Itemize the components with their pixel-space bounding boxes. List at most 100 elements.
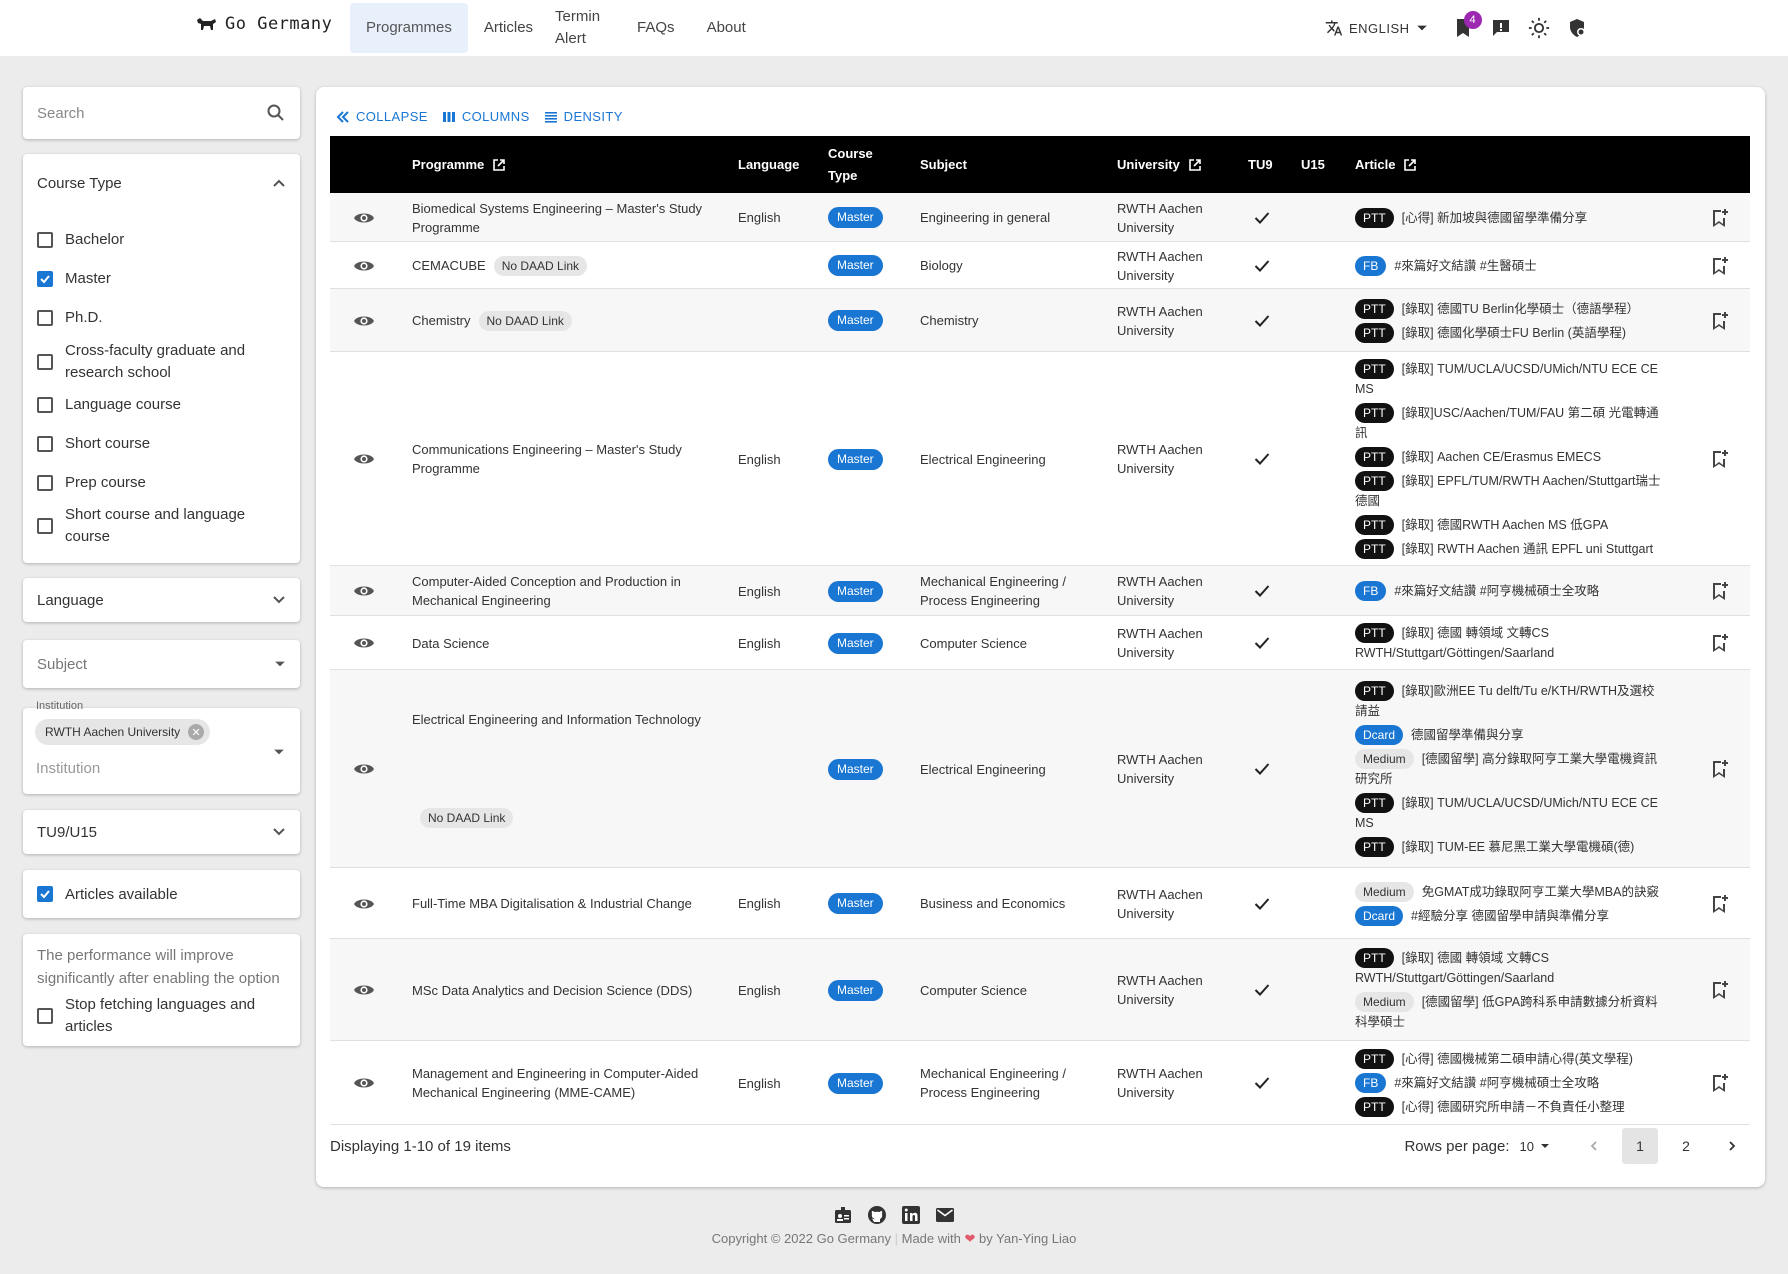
eye-icon[interactable] [353,635,375,651]
table-row[interactable]: MSc Data Analytics and Decision Science … [330,939,1750,1041]
external-link-icon[interactable] [1188,158,1202,172]
chip-remove-icon[interactable]: ✕ [188,724,205,740]
language-selector[interactable]: ENGLISH [1325,19,1428,37]
article-title[interactable]: [心得] 德國機械第二碩申請心得(英文學程) [1402,1052,1633,1066]
article-link[interactable]: PTT [心得] 德國研究所申請－不負責任小整理 [1355,1097,1625,1117]
view-details-cell[interactable] [352,670,376,868]
tu9-u15-filter[interactable]: TU9/U15 [23,810,300,854]
table-row[interactable]: Data Science English Master Computer Scienc… [330,616,1750,670]
external-link-icon[interactable] [1403,158,1417,172]
checkbox[interactable] [37,354,53,370]
bookmark-add-icon[interactable] [1711,980,1729,1000]
article-link[interactable]: PTT [錄取] TUM-EE 慕尼黑工業大學電機碩(德) [1355,837,1634,857]
table-row[interactable]: Communications Engineering – Master's St… [330,352,1750,566]
article-title[interactable]: [錄取] RWTH Aachen 通訊 EPFL uni Stuttgart [1402,542,1653,556]
checkbox[interactable] [37,518,53,534]
eye-icon[interactable] [353,210,375,226]
eye-icon[interactable] [353,451,375,467]
article-link[interactable]: FB #來篇好文結讚 #阿亨機械碩士全攻略 [1355,1073,1599,1093]
article-title[interactable]: [錄取] Aachen CE/Erasmus EMECS [1402,450,1601,464]
view-details-cell[interactable] [352,242,376,289]
page-2-button[interactable]: 2 [1668,1128,1704,1164]
column-header-university[interactable]: University [1117,136,1202,193]
bookmarks-button[interactable]: 4 [1444,9,1482,47]
checkbox-checked[interactable] [37,271,53,287]
checkbox[interactable] [37,397,53,413]
article-title[interactable]: #來篇好文結讚 #生醫碩士 [1394,259,1536,273]
bookmark-cell[interactable] [1708,242,1732,289]
bookmark-add-icon[interactable] [1711,759,1729,779]
articles-available-option[interactable]: Articles available [23,870,300,918]
bookmark-cell[interactable] [1708,193,1732,242]
article-link[interactable]: PTT [錄取] 德國 轉領域 文轉CS RWTH/Stuttgart/Götti… [1355,623,1665,663]
article-title[interactable]: #來篇好文結讚 #阿亨機械碩士全攻略 [1394,1076,1599,1090]
bookmark-cell[interactable] [1708,289,1732,352]
bookmark-cell[interactable] [1708,1041,1732,1125]
course-type-option[interactable]: Short course [37,433,287,455]
institution-select[interactable]: RWTH Aachen University ✕ Institution [23,708,300,794]
programme-name[interactable]: Data Science [412,634,489,653]
bookmark-add-icon[interactable] [1711,208,1729,228]
github-icon[interactable] [867,1205,887,1225]
course-type-option[interactable]: Prep course [37,472,287,494]
table-row[interactable]: Full-Time MBA Digitalisation & Industria… [330,868,1750,939]
article-title[interactable]: [錄取] TUM/UCLA/UCSD/UMich/NTU ECE CE MS [1355,362,1658,396]
prev-page-button[interactable] [1576,1128,1612,1164]
article-title[interactable]: [錄取]USC/Aachen/TUM/FAU 第二碩 光電轉通訊 [1355,406,1659,440]
nav-about[interactable]: About [691,3,762,53]
checkbox[interactable] [37,1008,53,1024]
view-details-cell[interactable] [352,616,376,670]
nav-termin-alert[interactable]: Termin Alert [549,3,621,53]
bookmark-cell[interactable] [1708,566,1732,616]
view-details-cell[interactable] [352,868,376,939]
bookmark-cell[interactable] [1708,939,1732,1041]
checkbox[interactable] [37,436,53,452]
article-link[interactable]: PTT [錄取] 德國 轉領域 文轉CS RWTH/Stuttgart/Götti… [1355,948,1665,988]
article-link[interactable]: Medium [德國留學] 低GPA跨科系申請數據分析資料科學碩士 [1355,992,1665,1032]
subject-select[interactable]: Subject [23,640,300,688]
columns-button[interactable]: COLUMNS [442,109,530,124]
article-title[interactable]: #經驗分享 德國留學申請與準備分享 [1411,909,1609,923]
article-title[interactable]: [錄取] EPFL/TUM/RWTH Aachen/Stuttgart瑞士德國 [1355,474,1661,508]
article-title[interactable]: [錄取] 德國化學碩士FU Berlin (英語學程) [1402,326,1626,340]
article-link[interactable]: PTT [心得] 德國機械第二碩申請心得(英文學程) [1355,1049,1633,1069]
article-link[interactable]: PTT [錄取]歐洲EE Tu delft/Tu e/KTH/RWTH及選校請益 [1355,681,1665,721]
eye-icon[interactable] [353,258,375,274]
nav-faqs[interactable]: FAQs [621,3,691,53]
article-link[interactable]: Medium 免GMAT成功錄取阿亨工業大學MBA的訣竅 [1355,881,1659,902]
bookmark-cell[interactable] [1708,352,1732,566]
table-row[interactable]: Electrical Engineering and Information T… [330,670,1750,868]
privacy-button[interactable] [1558,9,1596,47]
external-link-icon[interactable] [492,158,506,172]
column-header-tu9[interactable]: TU9 [1248,136,1273,193]
nav-articles[interactable]: Articles [468,3,549,53]
article-link[interactable]: PTT [錄取] TUM/UCLA/UCSD/UMich/NTU ECE CE M… [1355,359,1665,399]
density-button[interactable]: DENSITY [544,109,623,124]
feedback-button[interactable] [1482,9,1520,47]
article-title[interactable]: 德國留學準備與分享 [1411,728,1524,742]
mail-icon[interactable] [935,1205,955,1225]
article-link[interactable]: Medium [德國留學] 高分錄取阿亨工業大學電機資訊研究所 [1355,749,1665,789]
column-header-course-type[interactable]: Course Type [828,136,888,193]
bookmark-cell[interactable] [1708,670,1732,868]
stop-fetching-option[interactable]: Stop fetching languages and articles [37,994,286,1038]
eye-icon[interactable] [353,583,375,599]
view-details-cell[interactable] [352,566,376,616]
bookmark-add-icon[interactable] [1711,256,1729,276]
view-details-cell[interactable] [352,1041,376,1125]
linkedin-icon[interactable] [901,1205,921,1225]
bookmark-cell[interactable] [1708,616,1732,670]
brand[interactable]: Go Germany [195,14,332,34]
view-details-cell[interactable] [352,193,376,242]
rows-per-page-select[interactable]: 10 [1520,1139,1550,1154]
checkbox-checked[interactable] [37,886,53,902]
article-link[interactable]: PTT [錄取]USC/Aachen/TUM/FAU 第二碩 光電轉通訊 [1355,403,1665,443]
collapse-button[interactable]: COLLAPSE [336,109,428,124]
view-details-cell[interactable] [352,352,376,566]
programme-name[interactable]: MSc Data Analytics and Decision Science … [412,981,692,1000]
article-link[interactable]: PTT [錄取] 德國RWTH Aachen MS 低GPA [1355,515,1608,535]
course-type-option[interactable]: Cross-faculty graduate and research scho… [37,340,287,384]
checkbox[interactable] [37,475,53,491]
programme-name[interactable]: Electrical Engineering and Information T… [412,710,701,729]
view-details-cell[interactable] [352,939,376,1041]
